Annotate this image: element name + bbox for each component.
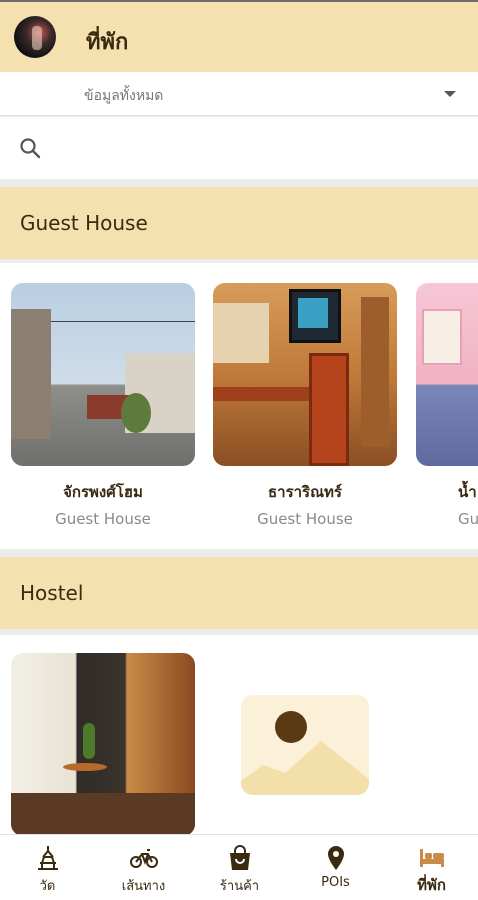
accommodation-card[interactable]: จักรพงศ์โฮม Guest House xyxy=(11,283,195,528)
bed-icon xyxy=(420,849,444,867)
nav-label: POIs xyxy=(321,875,350,890)
nav-label: เส้นทาง xyxy=(121,879,166,894)
nav-label: ร้านค้า xyxy=(219,879,260,894)
nav-item-pois[interactable]: POIs xyxy=(288,835,383,900)
card-name: น้ำ xyxy=(458,483,477,501)
category-filter-dropdown[interactable]: ข้อมูลทั้งหมด xyxy=(0,72,478,116)
card-name: ธาราริณทร์ xyxy=(268,483,342,501)
card-image xyxy=(416,283,478,466)
shopping-bag-icon xyxy=(230,845,250,870)
user-avatar[interactable] xyxy=(14,16,56,58)
accommodation-card[interactable] xyxy=(11,653,195,835)
section-header-hostel: Hostel xyxy=(0,557,478,629)
card-type: Gu xyxy=(458,510,478,528)
accommodation-card[interactable]: ธาราริณทร์ Guest House xyxy=(213,283,397,528)
search-bar xyxy=(0,117,478,179)
page-title: ที่พัก xyxy=(86,30,129,55)
section-header-guest-house: Guest House xyxy=(0,187,478,259)
image-placeholder-icon xyxy=(241,695,369,795)
guest-house-carousel[interactable]: จักรพงศ์โฮม Guest House ธาราริณทร์ Guest… xyxy=(0,263,478,549)
nav-item-route[interactable]: เส้นทาง xyxy=(96,835,191,900)
nav-item-accommodation[interactable]: ที่พัก xyxy=(384,835,478,900)
bicycle-icon xyxy=(130,849,158,868)
filter-selected-value: ข้อมูลทั้งหมด xyxy=(84,88,164,104)
card-type: Guest House xyxy=(55,510,151,528)
hostel-carousel[interactable] xyxy=(0,635,478,835)
section-title: Hostel xyxy=(20,581,84,605)
nav-item-temple[interactable]: วัด xyxy=(0,835,95,900)
location-pin-icon xyxy=(328,846,344,870)
section-title: Guest House xyxy=(20,211,148,235)
bottom-navigation: วัด เส้นทาง ร้านค้า POIs ที่พัก xyxy=(0,834,478,900)
search-icon xyxy=(20,138,41,159)
nav-label: ที่พัก xyxy=(417,876,446,894)
search-input[interactable] xyxy=(56,131,456,165)
chevron-down-icon xyxy=(444,91,456,97)
nav-item-shop[interactable]: ร้านค้า xyxy=(192,835,287,900)
card-image xyxy=(213,283,397,466)
temple-icon xyxy=(38,846,58,870)
card-type: Guest House xyxy=(257,510,353,528)
card-image xyxy=(11,653,195,835)
card-image xyxy=(11,283,195,466)
nav-label: วัด xyxy=(39,879,56,894)
accommodation-card[interactable]: น้ำ Gu xyxy=(416,283,478,528)
app-header: ที่พัก xyxy=(0,0,478,72)
card-name: จักรพงศ์โฮม xyxy=(63,483,143,501)
